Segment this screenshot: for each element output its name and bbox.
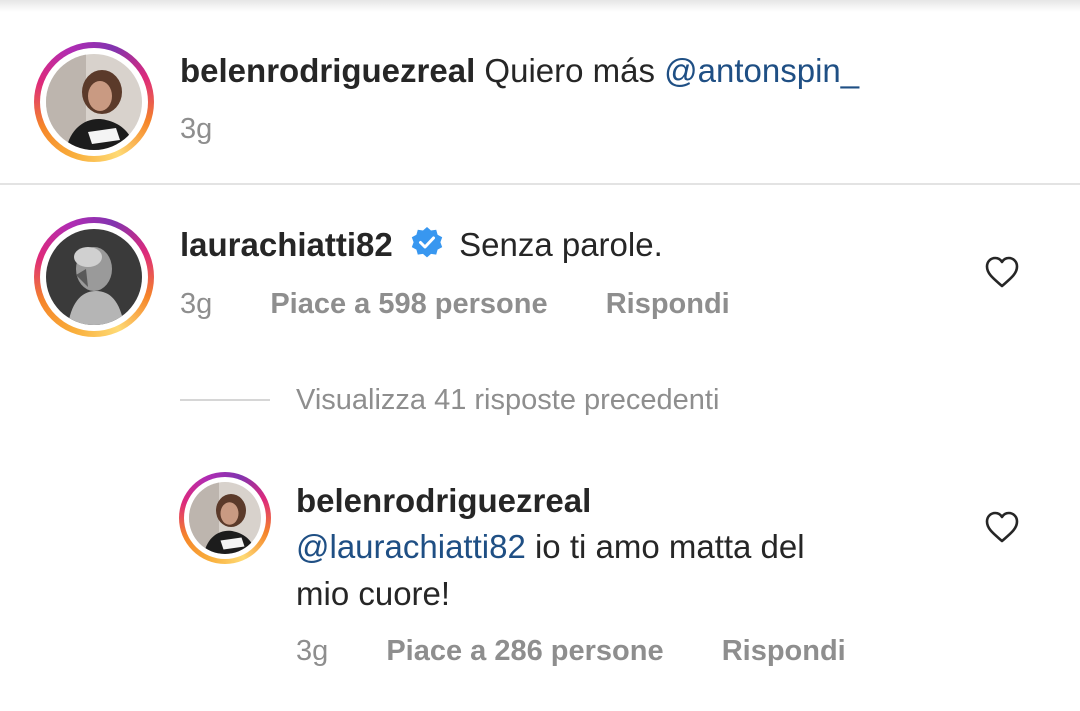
avatar[interactable] — [46, 54, 142, 150]
reply-text-continued: mio cuore! — [296, 575, 451, 612]
comment-username[interactable]: belenrodriguezreal — [180, 52, 475, 89]
divider — [0, 183, 1080, 185]
top-edge-shadow — [0, 0, 1080, 12]
avatar[interactable] — [189, 482, 261, 554]
heart-outline-icon[interactable] — [984, 255, 1020, 289]
avatar[interactable] — [46, 229, 142, 325]
reply-username[interactable]: belenrodriguezreal — [296, 482, 591, 519]
comment-mention[interactable]: @antonspin_ — [664, 52, 859, 89]
view-replies-button[interactable]: Visualizza 41 risposte precedenti — [296, 384, 719, 417]
comment-text: Quiero más — [484, 52, 655, 89]
reply-button[interactable]: Rispondi — [722, 635, 846, 667]
verified-badge-icon — [410, 226, 444, 268]
comment-username[interactable]: laurachiatti82 — [180, 226, 393, 263]
reply-time: 3g — [296, 635, 329, 667]
reply-text: io ti amo matta del — [534, 528, 805, 565]
likes-count[interactable]: Piace a 286 persone — [386, 635, 663, 667]
likes-count[interactable]: Piace a 598 persone — [270, 288, 547, 320]
comment-time: 3g — [180, 288, 213, 320]
comment-time: 3g — [180, 113, 213, 145]
reply-mention[interactable]: @laurachiatti82 — [296, 528, 526, 565]
replies-divider-line — [180, 399, 270, 401]
heart-outline-icon[interactable] — [984, 510, 1020, 544]
reply-button[interactable]: Rispondi — [606, 288, 730, 320]
comment-text: Senza parole. — [459, 226, 663, 263]
